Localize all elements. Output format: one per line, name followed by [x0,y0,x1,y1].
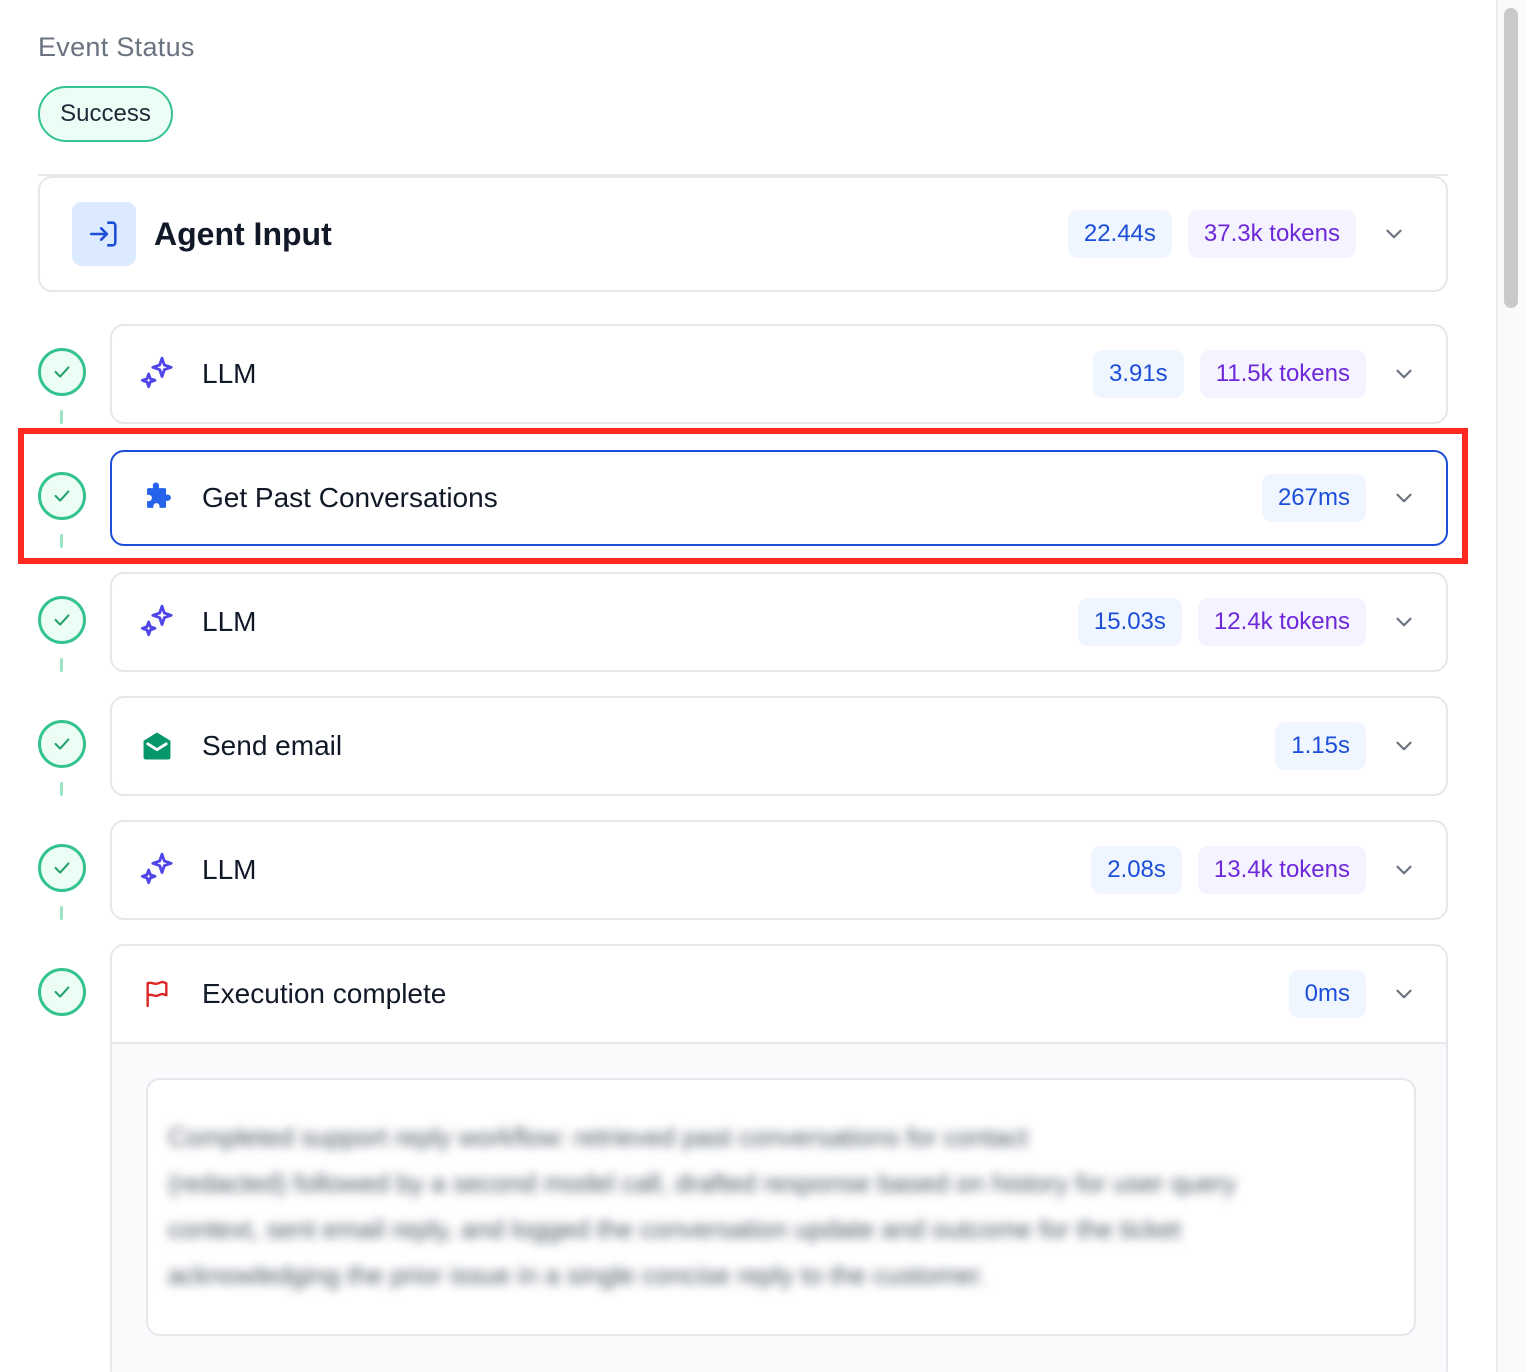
step-title: LLM [202,606,257,637]
timeline-connector [60,410,63,424]
check-circle-icon [38,968,86,1016]
step-title: Execution complete [202,978,447,1009]
duration-badge: 2.08s [1091,846,1182,894]
sparkles-icon [136,601,178,643]
output-line: Completed support reply workflow: retrie… [168,1122,1028,1152]
sparkles-icon [136,849,178,891]
chevron-down-icon[interactable] [1384,354,1424,394]
output-line: (redacted) followed by a second model ca… [168,1168,1237,1198]
duration-badge: 1.15s [1275,722,1366,770]
step-llm-3[interactable]: LLM 2.08s 13.4k tokens [110,820,1448,920]
step-execution-complete: Execution complete 0ms Completed support… [110,944,1448,1372]
envelope-open-icon [136,725,178,767]
step-title: LLM [202,854,257,885]
duration-badge: 22.44s [1067,210,1172,258]
step-get-past-conversations[interactable]: Get Past Conversations 267ms [110,450,1448,546]
check-circle-icon [38,720,86,768]
duration-badge: 15.03s [1077,598,1182,646]
check-circle-icon [38,472,86,520]
agent-input-card[interactable]: Agent Input 22.44s 37.3k tokens [38,176,1448,292]
timeline-connector [60,906,63,920]
timeline-connector [60,534,63,548]
step-send-email[interactable]: Send email 1.15s [110,696,1448,796]
timeline-connector [60,782,63,796]
flag-icon [136,973,178,1015]
execution-complete-header[interactable]: Execution complete 0ms [112,946,1446,1044]
tokens-badge: 13.4k tokens [1197,846,1366,894]
step-title: Get Past Conversations [202,482,498,513]
chevron-down-icon[interactable] [1374,214,1414,254]
check-circle-icon [38,348,86,396]
tokens-badge: 11.5k tokens [1199,350,1366,398]
chevron-down-icon[interactable] [1384,726,1424,766]
execution-output: Completed support reply workflow: retrie… [146,1078,1416,1336]
duration-badge: 267ms [1261,474,1366,522]
tokens-badge: 37.3k tokens [1187,210,1356,258]
tokens-badge: 12.4k tokens [1197,598,1366,646]
chevron-down-icon[interactable] [1384,478,1424,518]
puzzle-icon [136,477,178,519]
step-llm-1[interactable]: LLM 3.91s 11.5k tokens [110,324,1448,424]
check-circle-icon [38,596,86,644]
chevron-down-icon[interactable] [1384,602,1424,642]
step-title: LLM [202,358,257,389]
output-line: acknowledging the prior issue in a singl… [168,1260,986,1290]
scrollbar-thumb[interactable] [1504,8,1518,308]
status-badge: Success [38,86,173,142]
chevron-down-icon[interactable] [1384,974,1424,1014]
step-llm-2[interactable]: LLM 15.03s 12.4k tokens [110,572,1448,672]
sparkles-icon [136,353,178,395]
check-circle-icon [38,844,86,892]
event-status-label: Event Status [38,32,195,62]
enter-icon [72,202,136,266]
step-title: Send email [202,730,343,761]
output-line: context, sent email reply, and logged th… [168,1214,1181,1244]
duration-badge: 0ms [1288,970,1366,1018]
chevron-down-icon[interactable] [1384,850,1424,890]
duration-badge: 3.91s [1092,350,1184,398]
agent-input-title: Agent Input [154,215,332,252]
timeline-connector [60,658,63,672]
